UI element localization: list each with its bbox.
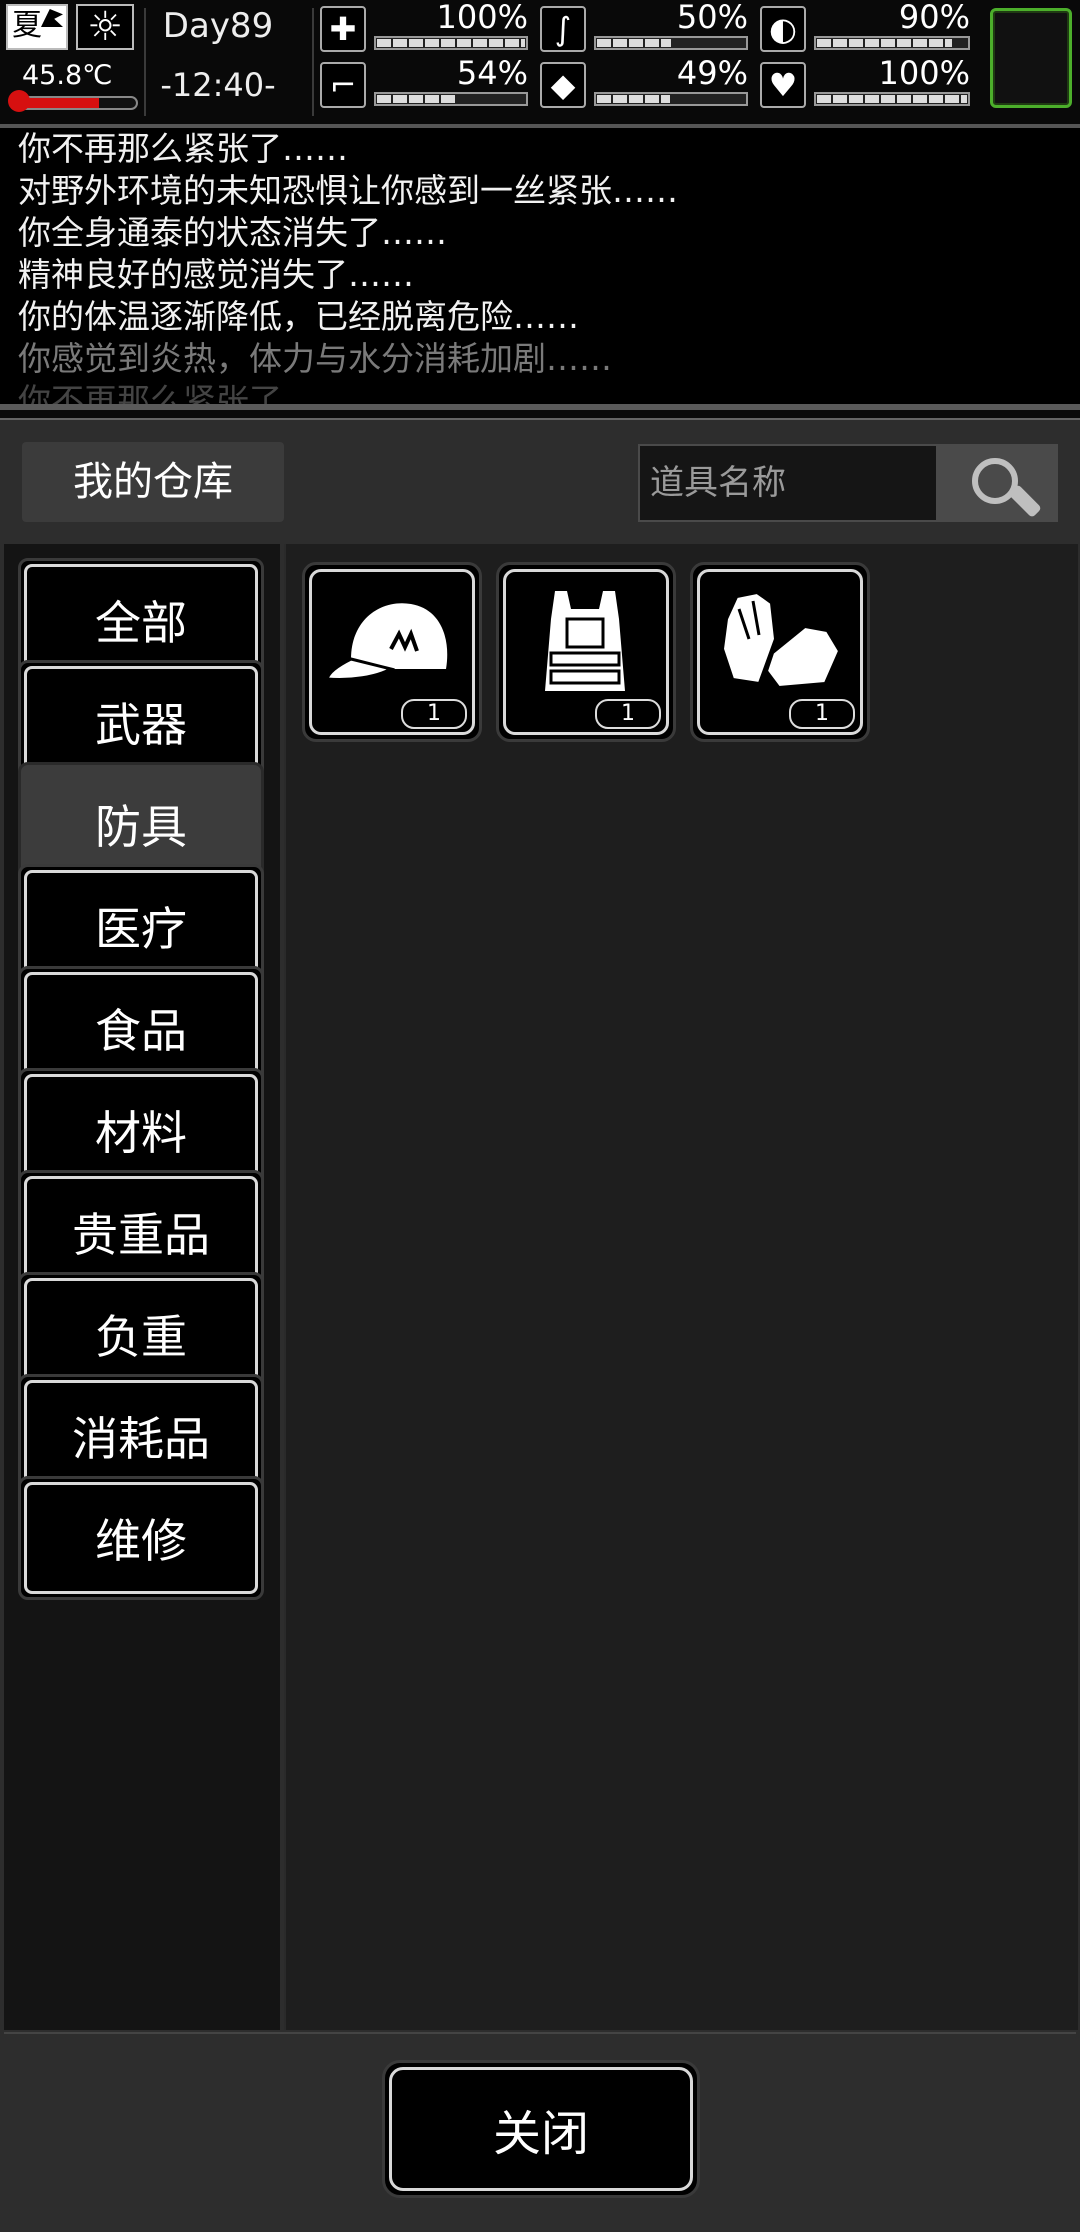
stat-mood: ♥ 100% [760,54,970,112]
equipment-slot[interactable] [990,8,1072,108]
baseball-cap-icon [325,603,448,681]
panel-footer: 关闭 [4,2032,1076,2232]
search-input[interactable] [640,446,936,520]
log-line: 你全身通泰的状态消失了…… [18,213,447,252]
sun-icon: ☼ [76,4,134,50]
search-button[interactable] [938,444,1058,522]
foot-icon: ⌐ [320,62,366,108]
temperature-value: 45.8℃ [22,60,113,91]
stat-health: ✚ 100% [320,0,528,56]
log-line: 你的体温逐渐降低，已经脱离危险…… [18,297,579,336]
body-armor-vest-icon [545,591,625,691]
flag-icon [41,9,63,27]
search-field[interactable] [638,444,938,522]
stomach-icon: ∫ [540,6,586,52]
gloves-icon [721,591,841,689]
quantity-badge: 1 [401,699,467,729]
clock: -12:40- [160,66,276,104]
warehouse-title: 我的仓库 [22,442,284,522]
log-line: 你感觉到炎热，体力与水分消耗加剧…… [18,339,612,378]
log-line: 你不再那么紧张了…… [18,129,348,168]
stat-thirst: ◆ 49% [540,54,748,112]
message-log: 你不再那么紧张了…… 对野外环境的未知恐惧让你感到一丝紧张…… 你全身通泰的状态… [0,124,1080,410]
item-slot-vest[interactable]: 1 [496,562,676,742]
item-slot-cap[interactable]: 1 [302,562,482,742]
status-hud: 夏 ☼ 45.8℃ Day89 -12:40- ✚ 100% ∫ 50% ◐ 9… [0,0,1080,124]
quantity-badge: 1 [595,699,661,729]
pill-icon: ◐ [760,6,806,52]
quantity-badge: 1 [789,699,855,729]
log-line: 精神良好的感觉消失了…… [18,255,414,294]
day-counter: Day89 [162,6,274,46]
stat-stamina: ⌐ 54% [320,54,528,112]
item-slot-gloves[interactable]: 1 [690,562,870,742]
category-repair[interactable]: 维修 [18,1476,264,1600]
heart-icon: ♥ [760,62,806,108]
stat-hunger: ∫ 50% [540,0,748,56]
stat-energy: ◐ 90% [760,0,970,56]
thermometer-icon [8,90,30,112]
category-sidebar: 全部 武器 防具 医疗 食品 材料 贵重品 负重 消耗品 维修 [4,544,280,2030]
warehouse-panel: 我的仓库 全部 武器 防具 医疗 食品 材料 贵重品 负重 消耗品 维修 1 [0,418,1080,2232]
log-line: 对野外环境的未知恐惧让你感到一丝紧张…… [18,171,678,210]
water-drop-icon: ◆ [540,62,586,108]
log-line: 你不再那么紧张了…… [18,381,348,410]
medkit-icon: ✚ [320,6,366,52]
season-badge: 夏 [6,4,68,50]
item-grid: 1 1 1 [284,544,1078,2030]
close-button[interactable]: 关闭 [382,2060,700,2198]
